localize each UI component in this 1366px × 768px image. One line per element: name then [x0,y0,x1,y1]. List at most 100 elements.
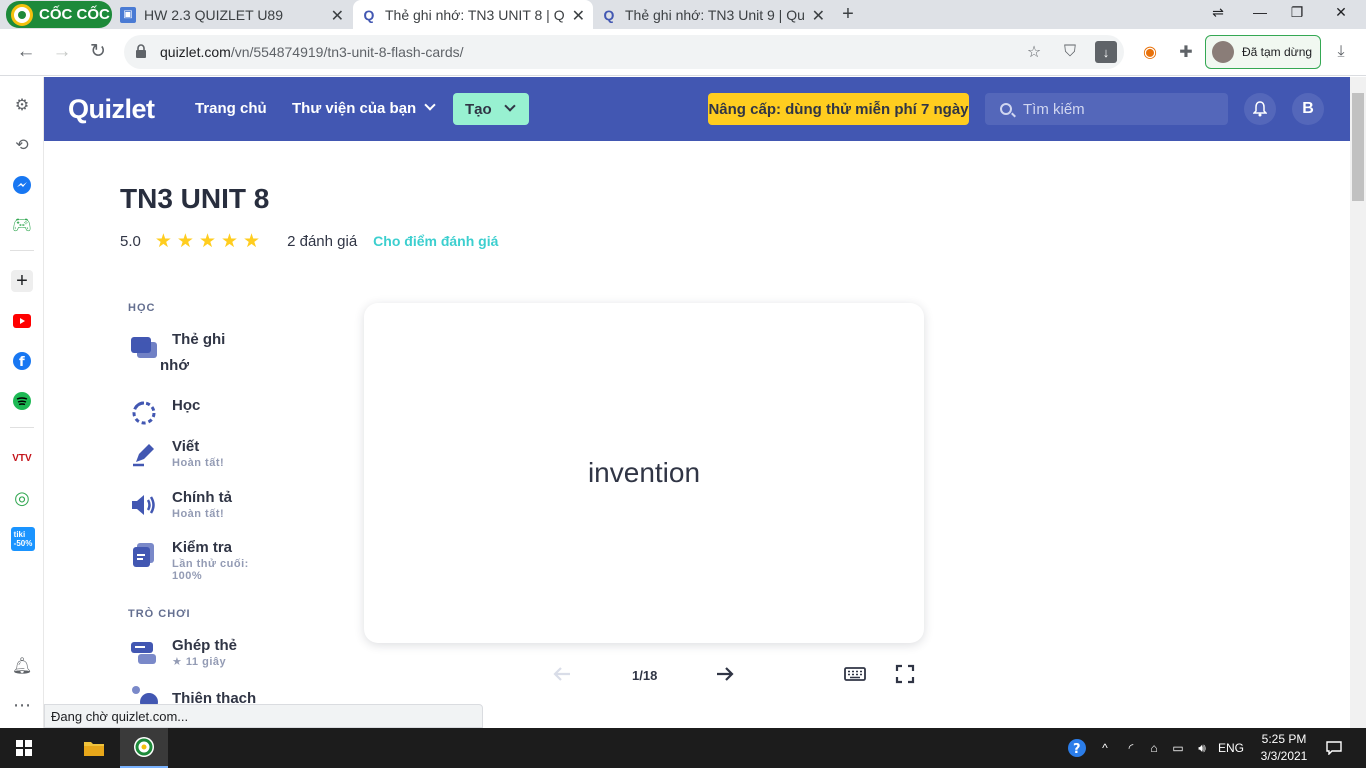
close-window-icon[interactable]: ✕ [1329,4,1353,24]
mode-write[interactable]: Viết Hoàn tất! [130,438,290,472]
show-hidden-icons-chevron-icon[interactable]: ^ [1096,728,1114,768]
downloads-icon[interactable]: ⤓ [1330,41,1352,63]
new-tab-button[interactable]: + [838,3,858,26]
search-input[interactable]: Tìm kiếm [985,93,1228,125]
mode-test[interactable]: Kiểm tra Lần thử cuối: 100% [130,539,290,585]
mode-learn[interactable]: Học [130,397,290,425]
rate-set-link[interactable]: Cho điểm đánh giá [373,233,498,249]
notifications-bell-icon[interactable] [1244,93,1276,125]
keyboard-shortcuts-icon[interactable] [843,662,867,686]
create-dropdown-button[interactable]: Tạo [453,93,529,125]
create-label: Tạo [465,100,492,118]
nav-home-link[interactable]: Trang chủ [195,100,267,117]
chevron-down-icon [504,100,516,112]
tiki-icon[interactable]: tiki -50% [11,527,35,551]
coccoc-extension-icon[interactable]: ◎ [11,487,33,509]
games-section-label: TRÒ CHƠI [128,608,191,620]
quizlet-favicon-icon: Q [603,6,615,23]
more-dots-icon[interactable]: ⋯ [11,694,33,716]
facebook-icon[interactable]: f [11,350,33,372]
clock[interactable]: 5:25 PM 3/3/2021 [1252,731,1316,765]
shield-icon[interactable]: ⛉ [1059,41,1081,63]
coccoc-taskbar-icon[interactable] [120,728,168,768]
lock-icon [136,44,146,58]
restore-icon[interactable]: ❐ [1285,4,1309,24]
star-icon: ★ [243,230,261,252]
tab-title: Thẻ ghi nhớ: TN3 UNIT 8 | Quizlet [385,6,565,23]
close-tab-icon[interactable]: ✕ [572,6,585,26]
tab-tn3-unit9[interactable]: Q Thẻ ghi nhớ: TN3 Unit 9 | Quizlet ✕ [593,0,833,29]
browser-sidebar: ⚙ ⟲ 🎮︎ + f VTV ◎ tiki -50% 🔔︎ ⋯ [0,77,44,728]
upgrade-trial-button[interactable]: Nâng cấp: dùng thử miễn phí 7 ngày [708,93,969,125]
windows-taskbar: ? ^ ◜ ⌂ ▭ 🔊︎ ENG 5:25 PM 3/3/2021 [0,728,1366,768]
wifi-icon[interactable]: ◜ [1120,728,1142,768]
scrollbar-thumb[interactable] [1352,93,1364,201]
tab-tn3-unit8[interactable]: Q Thẻ ghi nhớ: TN3 UNIT 8 | Quizlet ✕ [353,0,593,29]
sidebar-divider [10,427,34,428]
battery-icon[interactable]: ▭ [1168,728,1188,768]
file-explorer-icon[interactable] [72,728,116,768]
close-tab-icon[interactable]: ✕ [331,6,344,26]
classroom-favicon-icon: ▣ [120,6,136,23]
spotify-icon[interactable] [11,390,33,412]
download-video-icon[interactable]: ↓ [1095,41,1117,63]
user-avatar-button[interactable]: B [1292,93,1324,125]
avatar [1212,41,1234,63]
browser-toolbar: ← → ↻ quizlet.com/vn/554874919/tn3-unit-… [0,29,1366,76]
profile-status-label: Đã tạm dừng [1242,45,1313,59]
messenger-icon[interactable] [11,174,33,196]
history-icon[interactable]: ⟲ [11,134,33,156]
notification-bell-icon[interactable]: 🔔︎ [11,655,33,677]
close-tab-icon[interactable]: ✕ [812,6,825,26]
speaker-icon [132,495,155,515]
quizlet-header: Quizlet Trang chủ Thư viện của bạn Tạo N… [44,77,1350,141]
chevron-down-icon [424,99,436,111]
minimize-icon[interactable]: — [1248,4,1272,24]
back-arrow-icon[interactable]: ← [14,40,38,64]
test-document-icon [133,543,154,567]
help-icon[interactable]: ? [1066,728,1088,768]
meeting-icon[interactable]: ⌂ [1144,728,1164,768]
volume-icon[interactable]: 🔊︎ [1192,728,1212,768]
add-app-icon[interactable]: + [11,270,33,292]
next-card-arrow-icon[interactable] [713,662,737,686]
search-placeholder: Tìm kiếm [1023,101,1085,118]
quizlet-logo[interactable]: Quizlet [68,94,155,125]
game-match[interactable]: Ghép thẻ ★ 11 giây [130,637,290,671]
extensions-puzzle-icon[interactable]: ✚ [1175,41,1197,63]
tab-title: HW 2.3 QUIZLET U89 [144,6,284,23]
forward-arrow-icon[interactable]: → [50,40,74,64]
mode-spell[interactable]: Chính tả Hoàn tất! [130,489,290,523]
settings-gear-icon[interactable]: ⚙ [11,94,33,116]
page-scrollbar[interactable] [1350,77,1366,728]
coccoc-menu-button[interactable]: CỐC CỐC [6,1,112,28]
windows-start-icon[interactable] [0,728,48,768]
flashcards-icon [131,337,157,358]
action-center-icon[interactable] [1320,728,1348,768]
rating-value: 5.0 [120,232,141,250]
tab-search-icon[interactable]: ⇌ [1206,4,1230,24]
language-indicator[interactable]: ENG [1216,728,1246,768]
address-bar[interactable]: quizlet.com/vn/554874919/tn3-unit-8-flas… [124,35,1124,69]
reload-icon[interactable]: ↻ [86,40,110,64]
flashcard-term: invention [587,457,701,488]
fullscreen-icon[interactable] [893,662,917,686]
tab-hw23[interactable]: ▣ HW 2.3 QUIZLET U89 ✕ [112,0,352,29]
mode-label: Viết [172,438,200,455]
flashcard[interactable]: invention [364,303,924,643]
bookmark-star-icon[interactable]: ☆ [1023,41,1045,63]
youtube-icon[interactable] [11,310,33,332]
previous-card-arrow-icon[interactable] [550,662,574,686]
star-icon: ★ [198,230,216,252]
nav-library-dropdown[interactable]: Thư viện của bạn [292,99,436,117]
mode-flashcards[interactable]: Thẻ ghi nhớ [130,331,290,374]
vtv-go-icon[interactable]: VTV [11,447,33,469]
game-controller-icon[interactable]: 🎮︎ [11,214,33,236]
review-count: 2 đánh giá [287,232,358,250]
url-text: quizlet.com/vn/554874919/tn3-unit-8-flas… [160,44,464,60]
extension-ring-icon[interactable]: ◉ [1139,41,1161,63]
url-host: quizlet.com [160,44,231,60]
mode-label: Học [172,397,201,414]
profile-button[interactable]: Đã tạm dừng [1205,35,1321,69]
rating-stars: ★ ★ ★ ★ ★ [155,230,265,253]
